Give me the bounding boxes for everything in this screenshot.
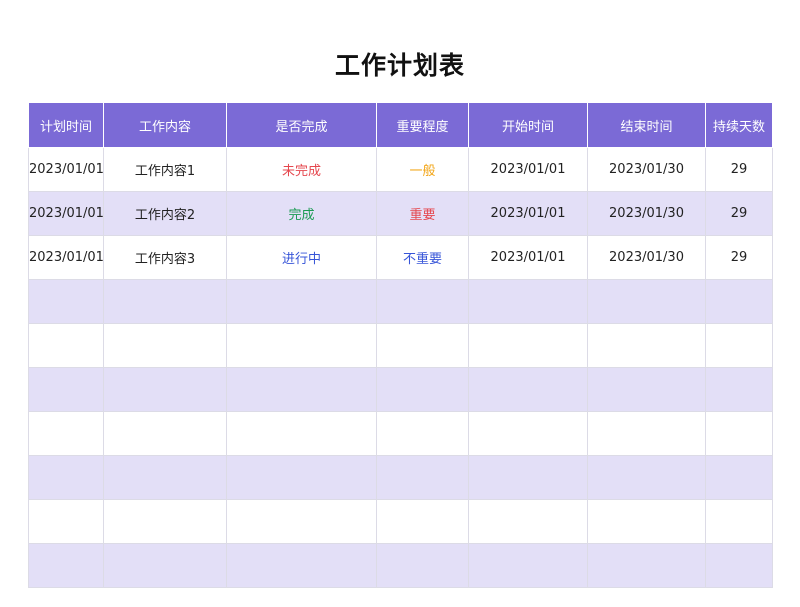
empty-cell[interactable] [587, 543, 706, 588]
header-row: 计划时间 工作内容 是否完成 重要程度 开始时间 结束时间 持续天数 [28, 102, 773, 148]
empty-cell[interactable] [468, 367, 588, 412]
empty-cell[interactable] [587, 411, 706, 456]
empty-cell[interactable] [28, 279, 104, 324]
cell-days[interactable]: 29 [705, 147, 773, 192]
empty-cell[interactable] [587, 323, 706, 368]
empty-cell[interactable] [587, 499, 706, 544]
cell-days[interactable]: 29 [705, 235, 773, 280]
cell-content[interactable]: 工作内容1 [103, 147, 227, 192]
header-importance[interactable]: 重要程度 [376, 102, 469, 148]
empty-cell[interactable] [103, 367, 227, 412]
cell-importance[interactable]: 重要 [376, 191, 469, 236]
empty-cell[interactable] [103, 279, 227, 324]
empty-cell[interactable] [103, 499, 227, 544]
header-end[interactable]: 结束时间 [587, 102, 706, 148]
empty-cell[interactable] [376, 543, 469, 588]
cell-end[interactable]: 2023/01/30 [587, 191, 706, 236]
empty-cell[interactable] [468, 279, 588, 324]
header-days[interactable]: 持续天数 [705, 102, 773, 148]
page-title: 工作计划表 [334, 51, 465, 80]
cell-content[interactable]: 工作内容3 [103, 235, 227, 280]
header-done[interactable]: 是否完成 [226, 102, 377, 148]
empty-cell[interactable] [468, 323, 588, 368]
cell-importance[interactable]: 不重要 [376, 235, 469, 280]
empty-cell[interactable] [103, 455, 227, 500]
empty-row [28, 323, 773, 368]
empty-cell[interactable] [587, 455, 706, 500]
cell-start[interactable]: 2023/01/01 [468, 235, 588, 280]
empty-row [28, 455, 773, 500]
empty-cell[interactable] [468, 499, 588, 544]
empty-cell[interactable] [28, 499, 104, 544]
empty-cell[interactable] [705, 323, 773, 368]
empty-cell[interactable] [376, 367, 469, 412]
empty-cell[interactable] [28, 543, 104, 588]
empty-cell[interactable] [28, 411, 104, 456]
cell-done[interactable]: 完成 [226, 191, 377, 236]
empty-row [28, 411, 773, 456]
cell-content[interactable]: 工作内容2 [103, 191, 227, 236]
empty-cell[interactable] [226, 367, 377, 412]
cell-importance[interactable]: 一般 [376, 147, 469, 192]
empty-row [28, 499, 773, 544]
header-content[interactable]: 工作内容 [103, 102, 227, 148]
empty-cell[interactable] [103, 543, 227, 588]
empty-cell[interactable] [705, 411, 773, 456]
cell-plan-date[interactable]: 2023/01/01 [28, 147, 104, 192]
empty-cell[interactable] [226, 323, 377, 368]
cell-start[interactable]: 2023/01/01 [468, 191, 588, 236]
empty-cell[interactable] [376, 499, 469, 544]
cell-end[interactable]: 2023/01/30 [587, 235, 706, 280]
empty-row [28, 367, 773, 412]
empty-cell[interactable] [103, 411, 227, 456]
empty-cell[interactable] [376, 279, 469, 324]
worksheet-page: 工作计划表 计划时间 工作内容 是否完成 重要程度 开始时间 结束时间 持续天数 [0, 0, 800, 607]
table-row: 2023/01/01 工作内容3 进行中 不重要 2023/01/01 2023… [28, 235, 773, 280]
cell-done[interactable]: 未完成 [226, 147, 377, 192]
empty-cell[interactable] [376, 455, 469, 500]
header-start[interactable]: 开始时间 [468, 102, 588, 148]
empty-cell[interactable] [103, 323, 227, 368]
cell-plan-date[interactable]: 2023/01/01 [28, 235, 104, 280]
cell-plan-date[interactable]: 2023/01/01 [28, 191, 104, 236]
empty-row [28, 543, 773, 588]
empty-cell[interactable] [705, 543, 773, 588]
empty-cell[interactable] [468, 411, 588, 456]
empty-cell[interactable] [28, 367, 104, 412]
empty-cell[interactable] [226, 279, 377, 324]
cell-end[interactable]: 2023/01/30 [587, 147, 706, 192]
empty-cell[interactable] [705, 367, 773, 412]
cell-done[interactable]: 进行中 [226, 235, 377, 280]
empty-cell[interactable] [376, 323, 469, 368]
empty-cell[interactable] [226, 455, 377, 500]
empty-row [28, 279, 773, 324]
empty-cell[interactable] [468, 455, 588, 500]
empty-cell[interactable] [468, 543, 588, 588]
empty-cell[interactable] [28, 323, 104, 368]
empty-cell[interactable] [226, 411, 377, 456]
empty-cell[interactable] [705, 279, 773, 324]
cell-days[interactable]: 29 [705, 191, 773, 236]
empty-cell[interactable] [587, 367, 706, 412]
empty-cell[interactable] [28, 455, 104, 500]
table-row: 2023/01/01 工作内容1 未完成 一般 2023/01/01 2023/… [28, 147, 773, 192]
header-plan-date[interactable]: 计划时间 [28, 102, 104, 148]
empty-cell[interactable] [705, 499, 773, 544]
empty-cell[interactable] [226, 499, 377, 544]
empty-cell[interactable] [376, 411, 469, 456]
table-row: 2023/01/01 工作内容2 完成 重要 2023/01/01 2023/0… [28, 191, 773, 236]
empty-cell[interactable] [587, 279, 706, 324]
cell-start[interactable]: 2023/01/01 [468, 147, 588, 192]
empty-cell[interactable] [226, 543, 377, 588]
empty-cell[interactable] [705, 455, 773, 500]
plan-table: 计划时间 工作内容 是否完成 重要程度 开始时间 结束时间 持续天数 2023/… [28, 102, 773, 588]
